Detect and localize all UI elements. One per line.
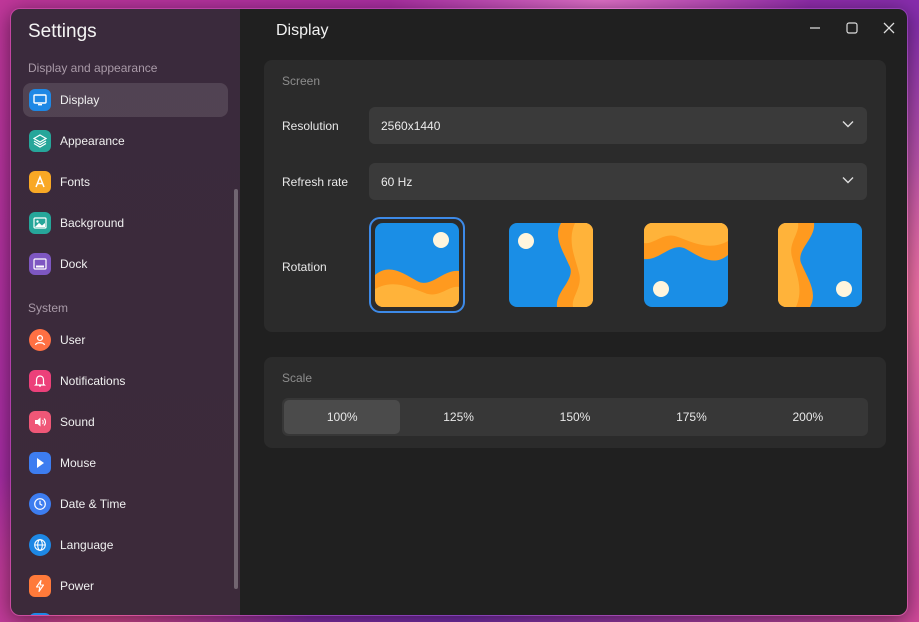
sidebar-item-power[interactable]: Power [23, 569, 228, 603]
font-icon [29, 171, 51, 193]
sidebar-scrollbar[interactable] [234, 189, 238, 589]
cursor-icon [29, 452, 51, 474]
sidebar-item-appearance[interactable]: Appearance [23, 124, 228, 158]
sidebar-item-mouse[interactable]: Mouse [23, 446, 228, 480]
scale-option-125[interactable]: 125% [400, 400, 516, 434]
main-panel: Display Screen Resolution 2560x1440 Refr… [240, 9, 907, 615]
sidebar-item-label: Dock [60, 257, 88, 271]
sidebar-item-label: Fonts [60, 175, 91, 189]
sidebar-item-label: Language [60, 538, 114, 552]
maximize-icon [845, 22, 858, 34]
sidebar-title: Settings [28, 21, 97, 42]
globe-icon [29, 534, 51, 556]
sidebar-item-partial-icon [29, 613, 51, 615]
scale-option-200[interactable]: 200% [750, 400, 866, 434]
settings-window: Settings Display and appearance Display … [10, 8, 908, 616]
speaker-icon [29, 411, 51, 433]
rotation-option-180[interactable] [644, 223, 728, 307]
resolution-dropdown[interactable]: 2560x1440 [369, 107, 867, 144]
refresh-rate-value: 60 Hz [381, 174, 413, 189]
chevron-down-icon [842, 121, 854, 128]
clock-icon [29, 493, 51, 515]
sidebar-item-notifications[interactable]: Notifications [23, 364, 228, 398]
scale-option-175[interactable]: 175% [633, 400, 749, 434]
page-title: Display [276, 22, 329, 39]
window-controls [796, 17, 907, 39]
rotation-option-0[interactable] [369, 217, 465, 313]
sidebar-item-label: User [60, 333, 86, 347]
scale-card: Scale 100% 125% 150% 175% 200% [264, 357, 886, 448]
maximize-button[interactable] [833, 17, 870, 39]
bolt-icon [29, 575, 51, 597]
sidebar-item-label: Background [60, 216, 125, 230]
scale-selector: 100% 125% 150% 175% 200% [282, 398, 868, 436]
sidebar-item-label: Display [60, 93, 100, 107]
sidebar-item-label: Date & Time [60, 497, 127, 511]
rotation-option-270[interactable] [778, 223, 862, 307]
refresh-rate-dropdown[interactable]: 60 Hz [369, 163, 867, 200]
image-icon [29, 212, 51, 234]
refresh-rate-label: Refresh rate [282, 175, 349, 189]
sidebar-item-background[interactable]: Background [23, 206, 228, 240]
sidebar-item-label: Power [60, 579, 95, 593]
resolution-label: Resolution [282, 119, 339, 133]
sidebar-item-display[interactable]: Display [23, 83, 228, 117]
rotation-thumbnail [778, 223, 862, 307]
scale-section-label: Scale [282, 371, 313, 385]
scale-option-100[interactable]: 100% [284, 400, 401, 434]
section-label-system: System [28, 301, 69, 315]
close-icon [883, 22, 894, 34]
monitor-icon [29, 89, 51, 111]
sidebar-item-dock[interactable]: Dock [23, 247, 228, 281]
screen-card: Screen Resolution 2560x1440 Refresh rate… [264, 60, 886, 332]
sidebar-item-language[interactable]: Language [23, 528, 228, 562]
sidebar: Settings Display and appearance Display … [11, 9, 240, 615]
minimize-icon [809, 27, 820, 29]
sidebar-item-label: Appearance [60, 134, 125, 148]
sidebar-item-label: Mouse [60, 456, 97, 470]
bell-icon [29, 370, 51, 392]
sidebar-item-user[interactable]: User [23, 323, 228, 357]
sidebar-item-date-time[interactable]: Date & Time [23, 487, 228, 521]
close-button[interactable] [870, 17, 907, 39]
rotation-option-90[interactable] [509, 223, 593, 307]
rotation-thumbnail [509, 223, 593, 307]
dock-icon [29, 253, 51, 275]
chevron-down-icon [842, 177, 854, 184]
sidebar-item-sound[interactable]: Sound [23, 405, 228, 439]
rotation-thumbnail [375, 223, 459, 307]
rotation-thumbnail [644, 223, 728, 307]
screen-section-label: Screen [282, 74, 321, 88]
sidebar-item-fonts[interactable]: Fonts [23, 165, 228, 199]
sidebar-item-label: Sound [60, 415, 95, 429]
section-label-display: Display and appearance [28, 61, 158, 75]
minimize-button[interactable] [796, 17, 833, 39]
layers-icon [29, 130, 51, 152]
scale-option-150[interactable]: 150% [517, 400, 633, 434]
resolution-value: 2560x1440 [381, 118, 441, 133]
user-icon [29, 329, 51, 351]
rotation-label: Rotation [282, 260, 327, 274]
sidebar-item-label: Notifications [60, 374, 126, 388]
